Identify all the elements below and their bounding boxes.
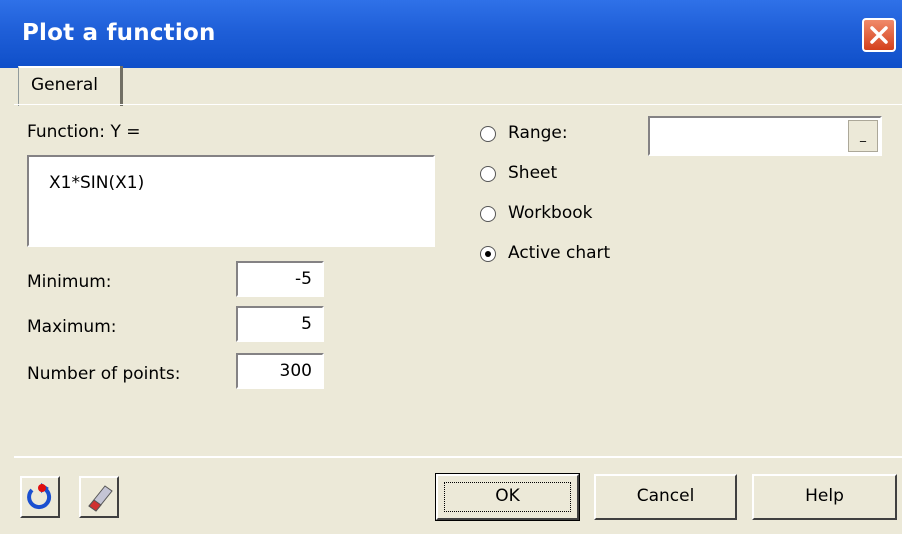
cancel-label: Cancel [636, 486, 695, 506]
minimum-field[interactable]: -5 [236, 261, 324, 297]
points-field[interactable]: 300 [236, 353, 324, 389]
maximum-field[interactable]: 5 [236, 306, 324, 342]
ok-focus-ring [444, 482, 571, 512]
tab-general-label: General [31, 75, 98, 95]
close-button[interactable] [862, 18, 896, 52]
close-icon [870, 26, 888, 44]
minimum-label: Minimum: [27, 272, 112, 292]
radio-sheet-label: Sheet [508, 163, 558, 183]
radio-workbook[interactable] [480, 206, 496, 222]
maximum-label: Maximum: [27, 317, 117, 337]
points-label: Number of points: [27, 364, 181, 384]
radio-range-label: Range: [508, 123, 568, 143]
function-label: Function: Y = [27, 122, 141, 142]
dialog-window: Plot a function General Function: Y = X1… [0, 0, 902, 532]
eraser-icon [88, 485, 113, 512]
refresh-icon [27, 483, 52, 510]
title-bar[interactable]: Plot a function [0, 0, 902, 68]
radio-workbook-label: Workbook [508, 203, 593, 223]
tab-divider [120, 66, 123, 106]
ok-button[interactable]: OK [435, 473, 580, 521]
reset-button[interactable] [20, 476, 60, 518]
cancel-button[interactable]: Cancel [594, 474, 737, 520]
help-label: Help [805, 486, 844, 506]
window-title: Plot a function [22, 20, 216, 46]
function-input[interactable]: X1*SIN(X1) [27, 155, 435, 247]
radio-sheet[interactable] [480, 166, 496, 182]
radio-range[interactable] [480, 126, 496, 142]
radio-active-chart-label: Active chart [508, 243, 611, 263]
tab-general[interactable]: General [18, 66, 122, 106]
clear-button[interactable] [79, 476, 119, 518]
function-text: X1*SIN(X1) [49, 173, 145, 193]
help-button[interactable]: Help [752, 474, 897, 520]
radio-active-chart[interactable] [480, 246, 496, 262]
range-select-button[interactable]: _ [848, 120, 878, 152]
range-input[interactable]: _ [648, 116, 882, 156]
